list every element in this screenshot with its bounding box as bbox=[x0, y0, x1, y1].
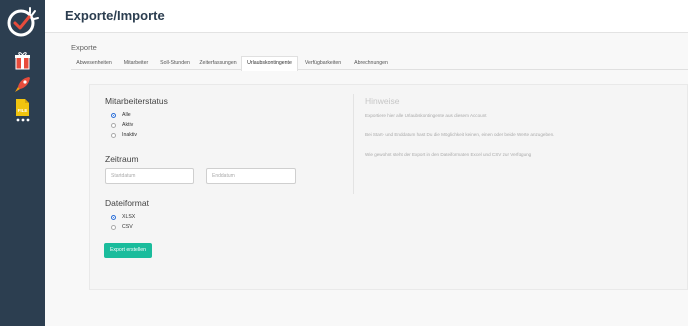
file-icon[interactable]: FILE bbox=[13, 98, 32, 117]
tab-urlaubskontingente[interactable]: Urlaubskontingente bbox=[241, 56, 298, 71]
gift-icon[interactable] bbox=[13, 51, 32, 70]
radio-label: Inaktiv bbox=[122, 132, 137, 138]
tab-abwesenheiten[interactable]: Abwesenheiten bbox=[71, 56, 117, 70]
hint-line: Wie gewohnt steht der Export in den Date… bbox=[365, 152, 532, 157]
tab-verfuegbarkeiten[interactable]: Verfügbarkeiten bbox=[298, 56, 348, 70]
section-label: Exporte bbox=[71, 43, 97, 52]
period-heading: Zeitraum bbox=[105, 154, 139, 164]
radio-unchecked-icon[interactable] bbox=[111, 133, 116, 138]
tab-mitarbeiter[interactable]: Mitarbeiter bbox=[117, 56, 155, 70]
hint-line: Exportiere hier alle Urlaubskontingente … bbox=[365, 113, 487, 118]
radio-checked-icon[interactable] bbox=[111, 215, 116, 220]
tab-zeiterfassungen[interactable]: Zeiterfassungen bbox=[195, 56, 241, 70]
vertical-divider bbox=[353, 94, 354, 194]
page-title: Exporte/Importe bbox=[65, 8, 165, 23]
radio-label: CSV bbox=[122, 224, 133, 230]
status-heading: Mitarbeiterstatus bbox=[105, 96, 168, 106]
radio-checked-icon[interactable] bbox=[111, 113, 116, 118]
start-date-input[interactable] bbox=[105, 168, 194, 184]
radio-unchecked-icon[interactable] bbox=[111, 225, 116, 230]
file-icon-text: FILE bbox=[18, 108, 28, 113]
top-bar: Exporte/Importe bbox=[45, 0, 688, 33]
radio-unchecked-icon[interactable] bbox=[111, 123, 116, 128]
main-content: Exporte Abwesenheiten Mitarbeiter Soll-S… bbox=[45, 33, 688, 326]
tab-abrechnungen[interactable]: Abrechnungen bbox=[348, 56, 394, 70]
radio-label: Alle bbox=[122, 112, 131, 118]
sidebar: FILE bbox=[0, 0, 45, 326]
tab-soll-stunden[interactable]: Soll-Stunden bbox=[155, 56, 195, 70]
format-heading: Dateiformat bbox=[105, 198, 149, 208]
radio-label: XLSX bbox=[122, 214, 136, 220]
tab-bar: Abwesenheiten Mitarbeiter Soll-Stunden Z… bbox=[71, 56, 688, 71]
radio-label: Aktiv bbox=[122, 122, 134, 128]
export-button[interactable]: Export erstellen bbox=[104, 243, 152, 258]
hint-line: Bei Start- und Enddatum hast Du die Mögl… bbox=[365, 132, 555, 137]
hints-title: Hinweise bbox=[365, 96, 400, 106]
stopwatch-check-logo[interactable] bbox=[6, 5, 40, 39]
end-date-input[interactable] bbox=[206, 168, 296, 184]
rocket-icon[interactable] bbox=[13, 75, 32, 94]
more-dots-icon[interactable] bbox=[15, 117, 31, 123]
